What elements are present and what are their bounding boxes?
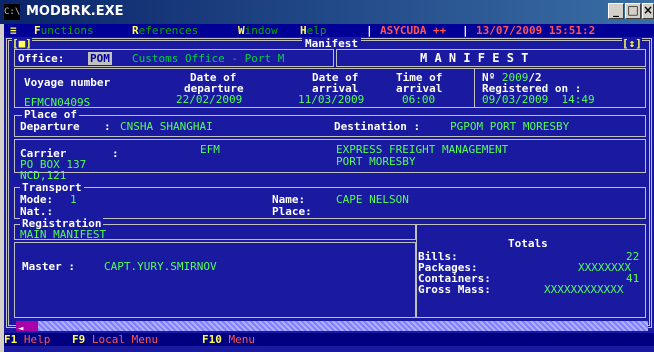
carrier-code-field[interactable]: EFM xyxy=(200,143,220,156)
master-box xyxy=(14,242,416,318)
mode-field[interactable]: 1 xyxy=(70,193,77,206)
voyage-number-label: Voyage number xyxy=(24,76,111,89)
date-departure-field[interactable]: 22/02/2009 xyxy=(176,93,242,106)
office-code-field[interactable]: POM xyxy=(88,52,112,65)
f10-menu-key[interactable]: F10 Menu xyxy=(202,333,255,346)
departure-label: Departure xyxy=(20,120,80,133)
gross-mass-value: XXXXXXXXXXXX xyxy=(544,283,624,296)
registered-on-value: 09/03/2009 14:49 xyxy=(482,93,595,106)
carrier-box xyxy=(14,139,646,173)
menu-window[interactable]: Window xyxy=(238,24,278,37)
minimize-button[interactable]: _ xyxy=(608,3,624,19)
master-field[interactable]: CAPT.YURY.SMIRNOV xyxy=(104,260,217,273)
horizontal-scrollbar[interactable]: ◄ xyxy=(16,321,648,334)
window-titlebar: C:\ MODBRK.EXE _ □ × xyxy=(0,0,654,24)
departure-field[interactable]: CNSHA SHANGHAI xyxy=(120,120,213,133)
app-name-label: ASYCUDA ++ xyxy=(380,24,447,37)
gross-mass-label: Gross Mass: xyxy=(418,283,491,296)
clock-datetime: 13/07/2009 15:51:2 xyxy=(476,24,596,37)
system-menu-icon[interactable]: ≡ xyxy=(10,24,17,37)
menu-help[interactable]: Help xyxy=(300,24,327,37)
office-label: Office: xyxy=(18,52,65,65)
f9-local-menu-key[interactable]: F9 Local Menu xyxy=(72,333,158,346)
manifest-title: M A N I F E S T xyxy=(420,51,529,65)
window-title: MODBRK.EXE xyxy=(26,4,124,19)
menu-bar: ≡ Functions References Window Help | ASY… xyxy=(4,24,654,37)
menu-references[interactable]: References xyxy=(132,24,198,37)
close-button[interactable]: × xyxy=(642,3,654,19)
function-key-bar: F1 Help F9 Local Menu F10 Menu xyxy=(4,333,654,346)
destination-label: Destination : xyxy=(334,120,421,133)
menu-functions[interactable]: Functions xyxy=(34,24,94,37)
transport-name-field[interactable]: CAPE NELSON xyxy=(336,193,409,206)
destination-field[interactable]: PGPOM PORT MORESBY xyxy=(450,120,569,133)
console-screen: ≡ Functions References Window Help | ASY… xyxy=(4,24,654,352)
date-arrival-field[interactable]: 11/03/2009 xyxy=(298,93,364,106)
containers-value: 41 xyxy=(626,272,640,285)
console-app-icon[interactable]: C:\ xyxy=(4,4,20,20)
registration-field[interactable]: MAIN MANIFEST xyxy=(20,228,106,241)
packages-value: XXXXXXXX xyxy=(578,261,631,274)
master-label: Master : xyxy=(22,260,75,273)
totals-title: Totals xyxy=(508,237,548,250)
scroll-left-arrow-icon[interactable]: ◄ xyxy=(16,321,38,334)
transport-place-label: Place: xyxy=(272,205,312,218)
time-arrival-field[interactable]: 06:00 xyxy=(402,93,435,106)
maximize-button[interactable]: □ xyxy=(625,3,641,19)
f1-help-key[interactable]: F1 Help xyxy=(4,333,50,346)
transport-box xyxy=(14,187,646,219)
office-name: Customs Office - Port M xyxy=(132,52,285,65)
carrier-city: PORT MORESBY xyxy=(336,155,416,168)
